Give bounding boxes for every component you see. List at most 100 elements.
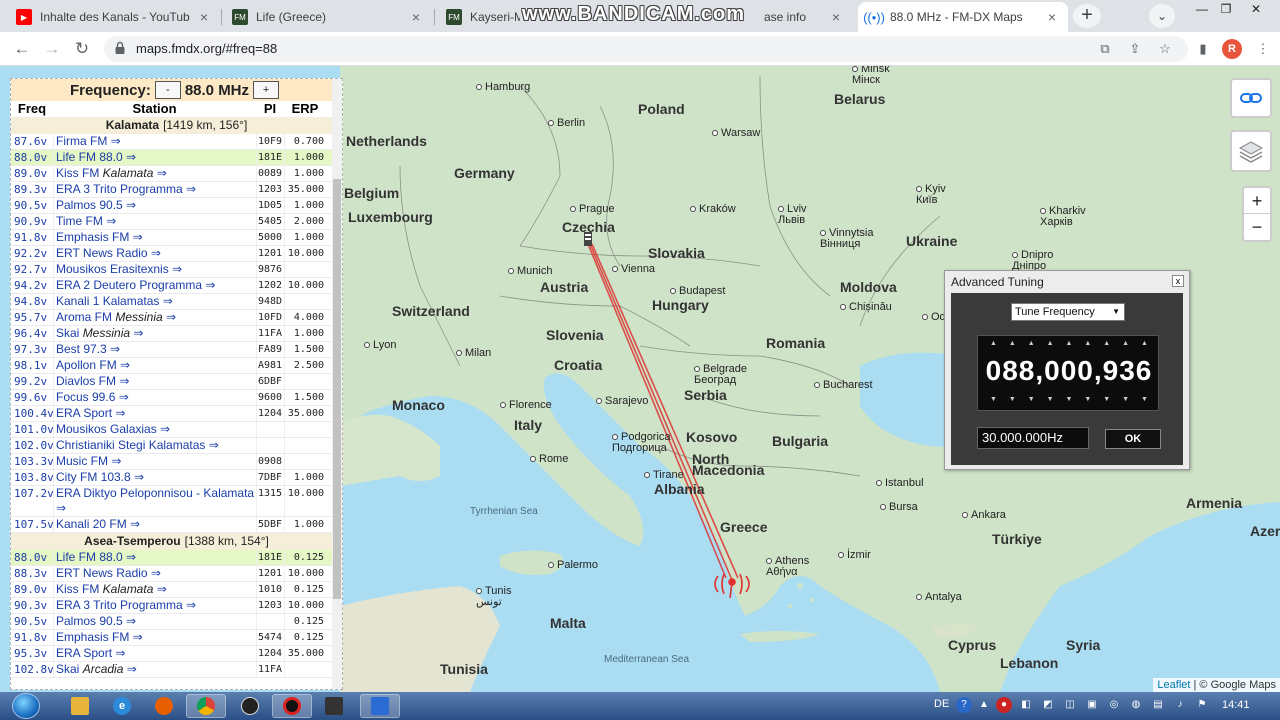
scrollbar-thumb[interactable] — [333, 179, 341, 599]
translate-icon[interactable]: ⧉ — [1096, 41, 1114, 57]
volume-icon[interactable]: ♪ — [1172, 697, 1188, 713]
station-freq[interactable]: 87.6v — [11, 134, 53, 149]
help-icon[interactable]: ? — [956, 697, 972, 713]
group-name[interactable]: Kalamata — [106, 118, 159, 132]
leaflet-link[interactable]: Leaflet — [1157, 679, 1190, 691]
station-name[interactable]: Skai Messinia ⇒ — [53, 326, 256, 341]
share-icon[interactable]: ⇪ — [1126, 41, 1144, 57]
tray-app-icon-3[interactable]: ◫ — [1062, 697, 1078, 713]
ok-button[interactable]: OK — [1105, 429, 1161, 449]
station-row[interactable]: 102.8v Skai Arcadia ⇒ 11FA — [11, 662, 342, 678]
station-freq[interactable]: 90.3v — [11, 598, 53, 613]
tab-fmdx-maps[interactable]: ((•)) 88.0 MHz - FM-DX Maps × — [858, 2, 1068, 32]
tab-database-info[interactable]: ase info × — [756, 2, 852, 32]
station-name[interactable]: Best 97.3 ⇒ — [53, 342, 256, 357]
station-row[interactable]: 88.3v ERT News Radio ⇒ 1201 10.000 — [11, 566, 342, 582]
station-freq[interactable]: 89.0v — [11, 582, 53, 597]
taskbar-app[interactable] — [230, 694, 270, 718]
station-row[interactable]: 89.3v ERA 3 Trito Programma ⇒ 1203 35.000 — [11, 182, 342, 198]
profile-avatar[interactable]: R — [1222, 39, 1242, 59]
station-row[interactable]: 92.7v Mousikos Erasitexnis ⇒ 9876 — [11, 262, 342, 278]
station-freq[interactable]: 94.8v — [11, 294, 53, 309]
digit-down-arrows[interactable]: ▼ ▼ ▼ ▼ ▼ ▼ ▼ ▼ ▼ — [978, 396, 1160, 406]
station-name[interactable]: ERT News Radio ⇒ — [53, 566, 256, 581]
station-row[interactable]: 90.3v ERA 3 Trito Programma ⇒ 1203 10.000 — [11, 598, 342, 614]
flag-icon[interactable]: ⚑ — [1194, 697, 1210, 713]
station-row[interactable]: 107.5v Kanali 20 FM ⇒ 5DBF 1.000 — [11, 517, 342, 533]
frequency-decrease-button[interactable]: - — [154, 81, 181, 99]
station-name-text[interactable]: Firma FM ⇒ — [56, 134, 121, 148]
station-freq[interactable]: 90.9v — [11, 214, 53, 229]
station-row[interactable]: 99.6v Focus 99.6 ⇒ 9600 1.500 — [11, 390, 342, 406]
station-freq[interactable]: 101.0v — [11, 422, 54, 437]
station-row[interactable]: 94.8v Kanali 1 Kalamatas ⇒ 948D — [11, 294, 342, 310]
station-name[interactable]: ERA 3 Trito Programma ⇒ — [53, 182, 256, 197]
station-name[interactable]: ERA Diktyo Peloponnisou - Kalamata ⇒ — [53, 486, 256, 516]
tray-arrow-icon[interactable]: ▲ — [976, 697, 992, 713]
station-name[interactable]: ERT News Radio ⇒ — [53, 246, 256, 261]
station-freq[interactable]: 92.7v — [11, 262, 53, 277]
tray-app-icon[interactable]: ◧ — [1018, 697, 1034, 713]
station-name[interactable]: ERA Sport ⇒ — [53, 406, 256, 421]
station-name-text[interactable]: ERA Sport ⇒ — [56, 406, 125, 420]
station-row[interactable]: 97.3v Best 97.3 ⇒ FA89 1.500 — [11, 342, 342, 358]
station-freq[interactable]: 89.0v — [11, 166, 53, 181]
station-row[interactable]: 89.0v Kiss FM Kalamata ⇒ 1010 0.125 — [11, 582, 342, 598]
station-freq[interactable]: 90.5v — [11, 198, 53, 213]
close-icon[interactable]: × — [1044, 9, 1060, 25]
group-name[interactable]: Asea-Tsemperou — [84, 534, 180, 548]
station-name-text[interactable]: Focus 99.6 ⇒ — [56, 390, 129, 404]
station-freq[interactable]: 91.8v — [11, 230, 53, 245]
network-icon[interactable]: ▤ — [1150, 697, 1166, 713]
station-row[interactable]: 107.2v ERA Diktyo Peloponnisou - Kalamata… — [11, 486, 342, 517]
station-name[interactable]: City FM 103.8 ⇒ — [53, 470, 256, 485]
zoom-out-button[interactable]: − — [1244, 214, 1270, 240]
station-freq[interactable]: 97.3v — [11, 342, 53, 357]
station-freq[interactable]: 92.2v — [11, 246, 53, 261]
station-name-text[interactable]: Kanali 1 Kalamatas ⇒ — [56, 294, 173, 308]
language-indicator[interactable]: DE — [934, 698, 949, 710]
station-name[interactable]: Palmos 90.5 ⇒ — [53, 614, 256, 629]
station-name[interactable]: Aroma FM Messinia ⇒ — [53, 310, 256, 325]
station-row[interactable]: 102.0v Christianiki Stegi Kalamatas ⇒ — [11, 438, 342, 454]
station-name[interactable]: Apollon FM ⇒ — [53, 358, 256, 373]
station-name-text[interactable]: City FM 103.8 ⇒ — [56, 470, 144, 484]
station-freq[interactable]: 99.6v — [11, 390, 53, 405]
station-name-text[interactable]: Life FM 88.0 ⇒ — [56, 150, 136, 164]
station-name-text[interactable]: ERA 2 Deutero Programma ⇒ — [56, 278, 215, 292]
station-freq[interactable]: 91.8v — [11, 630, 53, 645]
new-tab-button[interactable]: + — [1073, 4, 1101, 28]
station-name-text[interactable]: Emphasis FM ⇒ — [56, 230, 143, 244]
taskbar-firefox[interactable] — [144, 694, 184, 718]
station-row[interactable]: 87.6v Firma FM ⇒ 10F9 0.700 — [11, 134, 342, 150]
station-name-text[interactable]: ERA 3 Trito Programma ⇒ — [56, 598, 196, 612]
station-name-text[interactable]: Aroma FM — [56, 310, 115, 324]
station-name-text[interactable]: Apollon FM ⇒ — [56, 358, 130, 372]
window-close-icon[interactable]: ✕ — [1244, 0, 1268, 20]
share-link-button[interactable] — [1230, 78, 1272, 118]
taskbar-chrome[interactable] — [186, 694, 226, 718]
taskbar-ie[interactable]: e — [102, 694, 142, 718]
station-row[interactable]: 88.0v Life FM 88.0 ⇒ 181E 0.125 — [11, 550, 342, 566]
back-button[interactable]: ← — [10, 37, 34, 61]
tune-mode-select[interactable]: Tune Frequency ▼ — [1011, 303, 1125, 321]
station-link-arrow[interactable]: ⇒ — [153, 166, 167, 180]
layers-button[interactable] — [1230, 130, 1272, 172]
digit-up-arrows[interactable]: ▲ ▲ ▲ ▲ ▲ ▲ ▲ ▲ ▲ — [978, 340, 1160, 350]
side-panel-icon[interactable]: ▮ — [1194, 41, 1212, 57]
tab-search-button[interactable]: ⌄ — [1149, 4, 1175, 28]
taskbar-app-3[interactable] — [360, 694, 400, 718]
address-bar[interactable]: maps.fmdx.org/#freq=88 ⧉ ⇪ ☆ — [104, 36, 1188, 62]
station-row[interactable]: 101.0v Mousikos Galaxias ⇒ — [11, 422, 342, 438]
station-freq[interactable]: 99.2v — [11, 374, 53, 389]
station-name[interactable]: Emphasis FM ⇒ — [53, 230, 256, 245]
station-freq[interactable]: 95.3v — [11, 646, 53, 661]
station-name-text[interactable]: Emphasis FM ⇒ — [56, 630, 143, 644]
station-name[interactable]: ERA 2 Deutero Programma ⇒ — [53, 278, 256, 293]
station-freq[interactable]: 100.4v — [11, 406, 54, 421]
station-freq[interactable]: 107.5v — [11, 517, 54, 532]
station-freq[interactable]: 102.0v — [11, 438, 54, 453]
tray-app-icon-6[interactable]: ◍ — [1128, 697, 1144, 713]
station-row[interactable]: 91.8v Emphasis FM ⇒ 5474 0.125 — [11, 630, 342, 646]
tab-kayseri[interactable]: FM Kayseri-Mi — [438, 2, 528, 32]
